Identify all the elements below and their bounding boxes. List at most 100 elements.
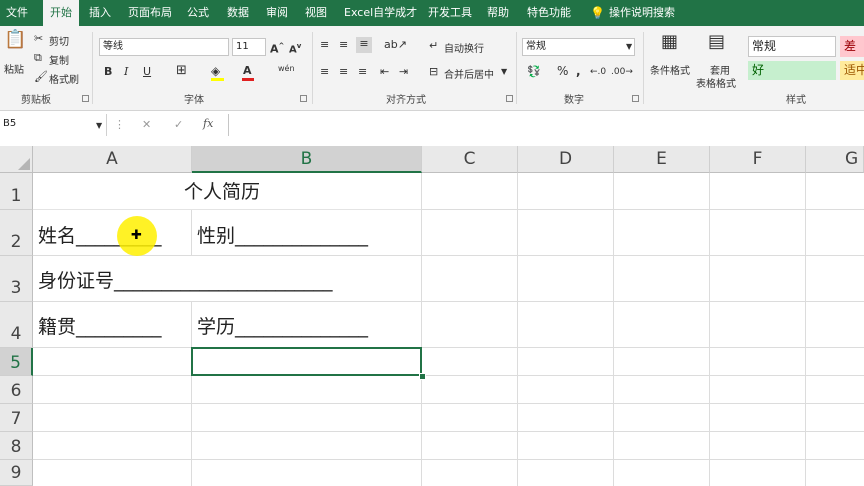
percent-button[interactable]: % — [557, 64, 568, 78]
align-bottom-icon[interactable]: ≡ — [356, 37, 372, 53]
align-middle-icon[interactable]: ≡ — [339, 38, 348, 52]
column-header-a[interactable]: A — [33, 146, 192, 173]
select-all-button[interactable] — [0, 146, 33, 173]
chevron-down-icon: ▼ — [626, 42, 633, 51]
tab-insert[interactable]: 插入 — [89, 0, 111, 26]
decrease-decimal-icon[interactable]: .00→ — [611, 65, 633, 79]
column-header-d[interactable]: D — [518, 146, 614, 173]
formula-input[interactable] — [228, 114, 864, 136]
tell-me-search[interactable]: 操作说明搜索 — [609, 0, 675, 26]
row-header-3[interactable]: 3 — [0, 256, 33, 302]
style-good[interactable]: 好 — [748, 61, 836, 80]
ribbon-tab-bar: 文件 开始 插入 页面布局 公式 数据 审阅 视图 Excel自学成才 开发工具… — [0, 0, 864, 26]
scissors-icon: ✂ — [34, 32, 44, 45]
tab-view[interactable]: 视图 — [305, 0, 327, 26]
align-left-icon[interactable]: ≡ — [320, 65, 329, 79]
paste-button[interactable]: 粘贴 — [4, 61, 24, 76]
increase-font-icon[interactable]: A^ — [270, 39, 284, 57]
tab-formulas[interactable]: 公式 — [187, 0, 209, 26]
tab-excel-self-study[interactable]: Excel自学成才 — [344, 0, 417, 26]
phonetic-icon[interactable]: wén — [278, 64, 295, 73]
gridline — [805, 173, 806, 486]
bold-button[interactable]: B — [104, 65, 112, 79]
tab-special-features[interactable]: 特色功能 — [527, 0, 571, 26]
tab-file[interactable]: 文件 — [6, 0, 28, 26]
column-header-f[interactable]: F — [710, 146, 806, 173]
column-header-e[interactable]: E — [614, 146, 710, 173]
format-painter-button[interactable]: 格式刷 — [49, 71, 79, 86]
chevron-down-icon[interactable]: ▼ — [501, 65, 507, 79]
enter-icon[interactable]: ✓ — [174, 118, 183, 132]
row-header-5[interactable]: 5 — [0, 348, 33, 376]
row-header-4[interactable]: 4 — [0, 302, 33, 348]
conditional-format-icon: ▦ — [661, 31, 679, 52]
chevron-down-icon[interactable]: ▼ — [96, 119, 102, 133]
fill-handle[interactable] — [419, 373, 426, 380]
format-as-table-label-2[interactable]: 表格格式 — [696, 75, 736, 90]
selected-cell-b5[interactable] — [191, 347, 422, 376]
paste-icon[interactable]: 📋 — [4, 31, 26, 57]
name-box[interactable]: B5 — [0, 116, 106, 135]
number-format-select[interactable]: 常规 — [522, 38, 635, 56]
wrap-text-button[interactable]: 自动换行 — [444, 40, 484, 55]
style-bad[interactable]: 差 — [840, 36, 864, 57]
tab-help[interactable]: 帮助 — [487, 0, 509, 26]
merge-center-button[interactable]: 合并后居中 — [444, 66, 494, 81]
tab-developer[interactable]: 开发工具 — [428, 0, 472, 26]
style-neutral[interactable]: 适中 — [840, 61, 864, 80]
row-header-8[interactable]: 8 — [0, 432, 33, 460]
conditional-format-button[interactable]: 条件格式 — [650, 62, 690, 77]
copy-button[interactable]: 复制 — [49, 52, 69, 67]
increase-decimal-icon[interactable]: ←.0 — [590, 65, 606, 79]
gridline — [33, 431, 864, 432]
cell-a1-title[interactable]: 个人简历 — [184, 181, 260, 203]
underline-button[interactable]: U — [143, 65, 151, 79]
font-launcher-icon[interactable] — [300, 95, 307, 102]
clipboard-launcher-icon[interactable] — [82, 95, 89, 102]
column-header-g[interactable]: G — [806, 146, 864, 173]
align-top-icon[interactable]: ≡ — [320, 38, 329, 52]
font-color-icon[interactable]: A — [243, 64, 252, 78]
tab-home[interactable]: 开始 — [43, 0, 79, 26]
align-center-icon[interactable]: ≡ — [339, 65, 348, 79]
cell-a4-native-place[interactable]: 籍贯_________ — [38, 316, 162, 338]
cell-a3-id-number[interactable]: 身份证号_______________________ — [38, 270, 333, 292]
tab-page-layout[interactable]: 页面布局 — [128, 0, 172, 26]
fill-color-icon[interactable]: ◈ — [211, 64, 220, 78]
insert-function-icon[interactable]: fx — [203, 117, 213, 131]
increase-indent-icon[interactable]: ⇥ — [399, 65, 408, 79]
row-header-7[interactable]: 7 — [0, 404, 33, 432]
row-header-2[interactable]: 2 — [0, 210, 33, 256]
row-header-6[interactable]: 6 — [0, 376, 33, 404]
alignment-launcher-icon[interactable] — [506, 95, 513, 102]
cell-b4-education[interactable]: 学历______________ — [197, 316, 368, 338]
cut-button[interactable]: 剪切 — [49, 33, 69, 48]
comma-style-button[interactable]: , — [576, 64, 581, 78]
column-header-b[interactable]: B — [192, 146, 422, 173]
divider — [516, 32, 517, 104]
column-header-c[interactable]: C — [422, 146, 518, 173]
borders-icon[interactable]: ⊞ — [176, 64, 187, 78]
gridline — [191, 210, 192, 256]
align-right-icon[interactable]: ≡ — [358, 65, 367, 79]
italic-button[interactable]: I — [124, 65, 128, 79]
font-color-swatch — [242, 78, 254, 81]
fill-color-swatch — [211, 78, 224, 81]
font-name-select[interactable]: 等线 — [99, 38, 229, 56]
clipboard-group-label: 剪贴板 — [21, 95, 51, 106]
number-launcher-icon[interactable] — [632, 95, 639, 102]
row-header-9[interactable]: 9 — [0, 460, 33, 486]
tab-data[interactable]: 数据 — [227, 0, 249, 26]
font-size-select[interactable]: 11 — [232, 38, 266, 56]
decrease-font-icon[interactable]: Av — [289, 39, 301, 57]
cell-b2-gender[interactable]: 性别______________ — [197, 225, 368, 247]
alignment-group-label: 对齐方式 — [386, 95, 426, 106]
tab-review[interactable]: 审阅 — [266, 0, 288, 26]
accounting-format-icon[interactable]: 💱 — [527, 65, 541, 79]
cancel-icon[interactable]: ✕ — [142, 118, 151, 132]
decrease-indent-icon[interactable]: ⇤ — [380, 65, 389, 79]
style-normal[interactable]: 常规 — [748, 36, 836, 57]
orientation-icon[interactable]: ab↗ — [384, 38, 407, 52]
row-header-1[interactable]: 1 — [0, 173, 33, 210]
wrap-text-icon: ↵ — [429, 39, 439, 52]
